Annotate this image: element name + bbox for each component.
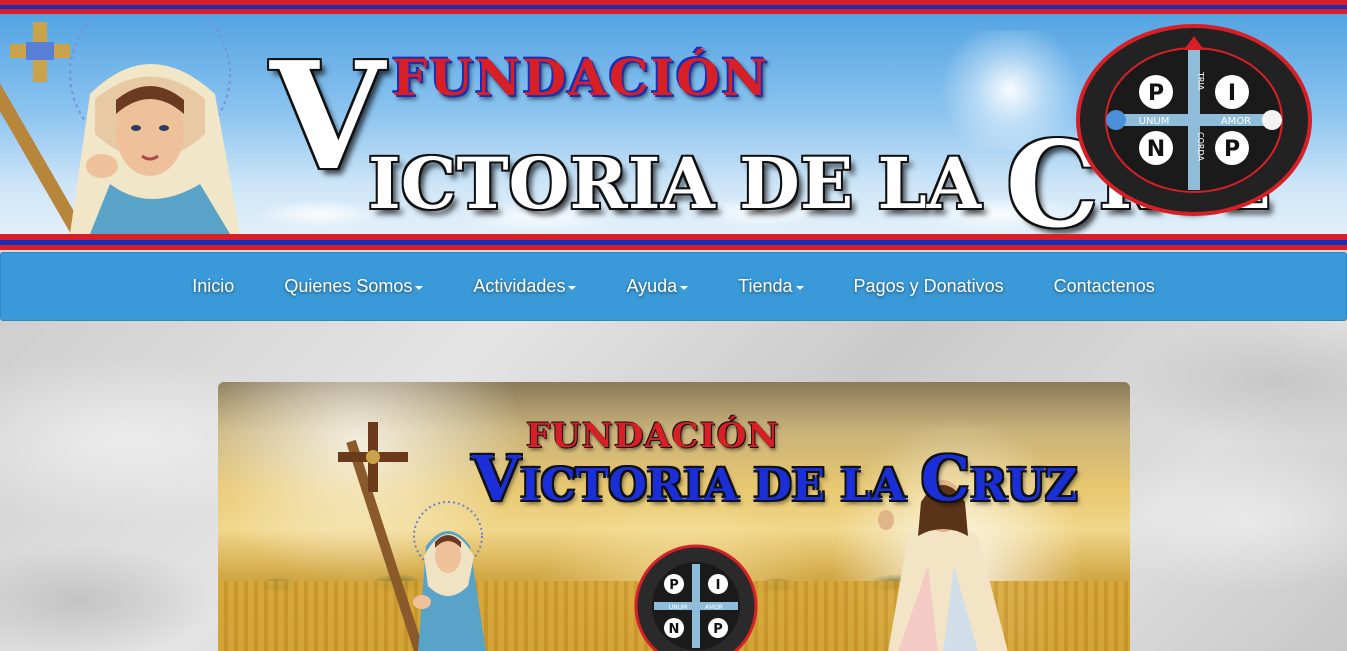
hero-medal-letter-4: P (713, 622, 723, 637)
header-banner: FUNDACIÓN V ICTORIA DE LA CRUZ P I N P U… (0, 0, 1347, 250)
nav-item-quienes-somos[interactable]: Quienes Somos (259, 253, 448, 320)
medal-vertical-word-2: CORDA (1196, 132, 1205, 161)
hero-medal-letter-3: N (669, 622, 680, 637)
nav-item-contactenos[interactable]: Contactenos (1029, 253, 1180, 320)
nav-item-label: Contactenos (1053, 276, 1155, 296)
hero-title: VICTORIA DE LA CRUZ (472, 448, 1077, 510)
nav-item-label: Pagos y Donativos (853, 276, 1004, 296)
medal-vertical-word: TRIA (1196, 71, 1205, 91)
medal-letter-4: P (1224, 137, 1240, 162)
hero-title-end: RUZ (970, 460, 1078, 511)
nav-item-label: Ayuda (626, 276, 678, 296)
caret-down-icon (680, 285, 689, 290)
nav-item-label: Tienda (738, 276, 793, 296)
medal-left-word: UNUM (1139, 116, 1170, 127)
main-navbar: Inicio Quienes Somos Actividades Ayuda T… (0, 252, 1347, 321)
banner-bottom-stripes (0, 234, 1347, 250)
hero-medal-left-word: UNUM (669, 604, 687, 611)
hero-medal-right-word: AMOR (705, 604, 723, 611)
nav-item-inicio[interactable]: Inicio (167, 253, 259, 320)
crucis-medal-image: P I N P UNUM AMOR TRIA CORDA (1076, 24, 1312, 216)
banner-title-mid: ICTORIA DE LA (368, 142, 1006, 225)
nav-item-label: Quienes Somos (284, 276, 413, 296)
hero-banner-image: P I N P UNUM AMOR FUNDACIÓN VICTORIA DE … (218, 382, 1130, 651)
hero-medal-letter-1: P (669, 578, 679, 593)
caret-down-icon (795, 285, 804, 290)
hero-title-mid: ICTORIA DE LA (520, 460, 921, 511)
caret-down-icon (568, 285, 577, 290)
hero-title-c: C (920, 442, 971, 515)
nav-item-actividades[interactable]: Actividades (448, 253, 601, 320)
banner-title: V ICTORIA DE LA CRUZ (270, 42, 1270, 244)
hero-crucis-medal-image: P I N P UNUM AMOR (634, 544, 758, 651)
medal-right-word: AMOR (1221, 116, 1251, 127)
nav-item-label: Inicio (192, 276, 235, 296)
nav-list: Inicio Quienes Somos Actividades Ayuda T… (1, 253, 1346, 320)
medal-letter-3: N (1147, 137, 1165, 162)
medal-letter-2: I (1228, 81, 1236, 106)
nav-item-tienda[interactable]: Tienda (713, 253, 828, 320)
caret-down-icon (415, 285, 424, 290)
nav-item-pagos-donativos[interactable]: Pagos y Donativos (829, 253, 1029, 320)
nav-item-label: Actividades (473, 276, 566, 296)
medal-letter-1: P (1148, 81, 1164, 106)
virgin-figure-image (0, 14, 240, 234)
banner-top-stripes (0, 0, 1347, 14)
hero-title-v: V (472, 442, 521, 515)
hero-medal-letter-2: I (716, 578, 721, 593)
nav-item-ayuda[interactable]: Ayuda (601, 253, 713, 320)
banner-subtitle: FUNDACIÓN (392, 48, 770, 107)
